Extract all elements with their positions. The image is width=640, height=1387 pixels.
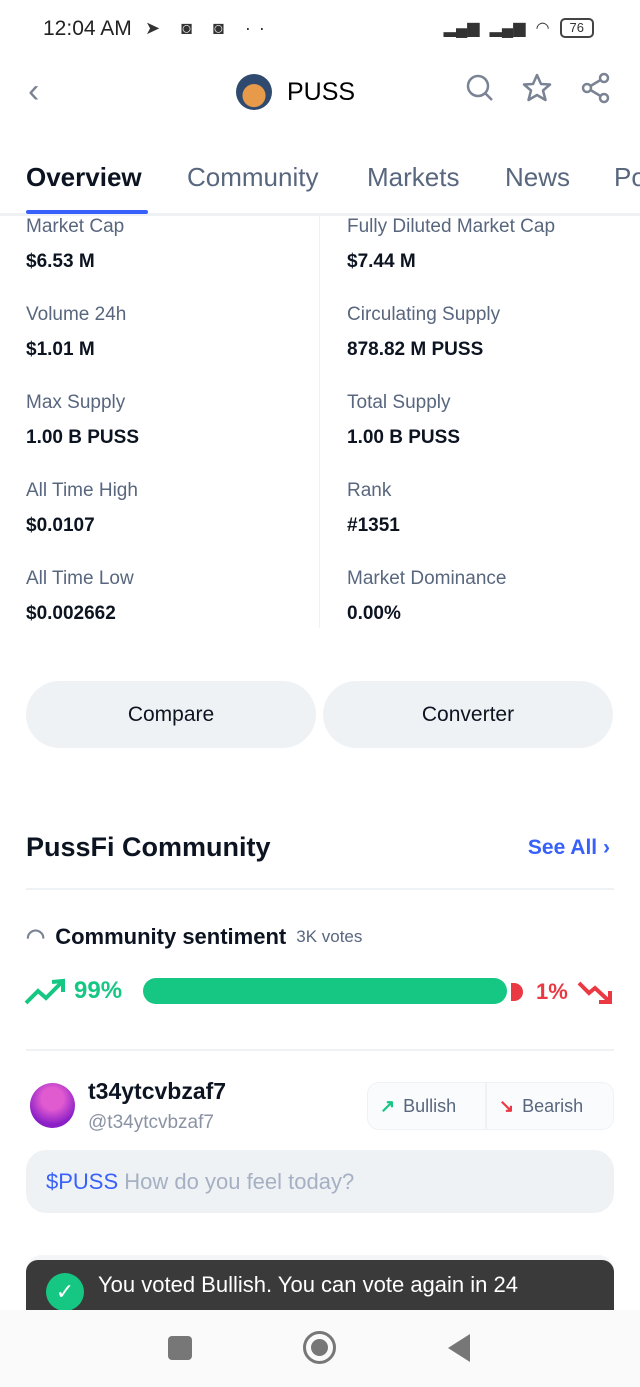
stat-label: Market Cap: [26, 216, 125, 237]
stat-value: 878.82 M PUSS: [347, 339, 484, 360]
trend-down-icon: [577, 981, 612, 1004]
system-icons: ▂▄▆ ▂▄▆ ◠ 76: [444, 18, 594, 38]
bearish-percent: 1%: [536, 979, 568, 1004]
column-divider: [319, 216, 320, 628]
user-handle: @t34ytcvbzaf7: [88, 1112, 214, 1133]
tab-more[interactable]: Po: [614, 162, 640, 193]
stat-label: Total Supply: [347, 392, 451, 413]
toast-message: You voted Bullish. You can vote again in…: [98, 1272, 518, 1297]
sentiment-label: Community sentiment: [55, 924, 287, 949]
back-icon[interactable]: ‹: [28, 72, 39, 111]
status-bar: 12:04 AM ➤ ◙ ◙ ·· ▂▄▆ ▂▄▆ ◠ 76: [0, 0, 640, 60]
tab-news[interactable]: News: [505, 162, 570, 193]
recents-icon[interactable]: [168, 1336, 192, 1360]
wifi-icon: ◠: [535, 20, 550, 37]
divider: [26, 1049, 614, 1051]
stat-value: $1.01 M: [26, 339, 95, 360]
tab-markets[interactable]: Markets: [367, 162, 459, 193]
username: t34ytcvbzaf7: [88, 1078, 227, 1104]
votes-count: 3K votes: [296, 927, 363, 946]
stat-label: Circulating Supply: [347, 304, 501, 325]
stat-label: Market Dominance: [347, 568, 507, 589]
gauge-icon: ◠: [26, 924, 46, 949]
status-time: 12:04 AM: [43, 17, 132, 40]
home-icon[interactable]: [303, 1331, 336, 1364]
bearish-bar: [511, 983, 523, 1001]
divider: [26, 888, 614, 890]
tab-community[interactable]: Community: [187, 162, 318, 193]
community-title: PussFi Community: [26, 832, 271, 862]
post-placeholder: How do you feel today?: [124, 1169, 355, 1194]
coin-logo: [236, 74, 272, 110]
post-input[interactable]: $PUSS How do you feel today?: [26, 1150, 614, 1213]
chevron-right-icon: ›: [603, 836, 610, 859]
signal-icon: ▂▄▆: [489, 20, 526, 37]
active-tab-indicator: [26, 210, 148, 214]
bearish-label: Bearish: [522, 1095, 584, 1116]
stat-value: #1351: [347, 515, 400, 536]
stat-label: Volume 24h: [26, 304, 127, 325]
compare-button[interactable]: Compare: [26, 681, 316, 748]
bullish-bar: [143, 978, 508, 1004]
bearish-button[interactable]: ↘ Bearish: [486, 1082, 614, 1130]
back-nav-icon[interactable]: [448, 1334, 470, 1362]
star-icon[interactable]: [521, 72, 553, 104]
stat-value: 1.00 B PUSS: [26, 427, 139, 448]
bullish-label: Bullish: [403, 1095, 457, 1116]
bullish-percent: 99%: [74, 977, 123, 1004]
notification-icons: ➤ ◙ ◙ ··: [145, 18, 273, 38]
signal-icon: ▂▄▆: [443, 20, 480, 37]
page-title: PUSS: [287, 78, 356, 106]
tab-bar: Overview Community Markets News Po: [0, 150, 640, 216]
see-all-link[interactable]: See All ›: [528, 836, 610, 860]
stat-label: Rank: [347, 480, 392, 501]
see-all-label: See All: [527, 836, 598, 859]
stat-value: $0.002662: [26, 603, 116, 624]
tab-overview[interactable]: Overview: [26, 162, 142, 193]
search-icon[interactable]: [464, 72, 496, 104]
trend-up-icon: [24, 978, 65, 1005]
ticker-tag: $PUSS: [46, 1169, 119, 1194]
stat-label: Fully Diluted Market Cap: [347, 216, 556, 237]
battery-icon: 76: [559, 18, 594, 38]
system-nav-bar: [0, 1310, 640, 1387]
stat-value: $7.44 M: [347, 251, 416, 272]
stat-value: 1.00 B PUSS: [347, 427, 460, 448]
share-icon[interactable]: [580, 72, 612, 104]
stat-label: All Time Low: [26, 568, 134, 589]
avatar[interactable]: [30, 1083, 75, 1128]
bullish-button[interactable]: ↗ Bullish: [367, 1082, 486, 1130]
header: ‹ PUSS: [0, 60, 640, 125]
stat-label: All Time High: [26, 480, 138, 501]
stat-value: $6.53 M: [26, 251, 95, 272]
trend-up-icon: ↗: [380, 1095, 396, 1116]
sentiment-header: ◠ Community sentiment 3K votes: [26, 924, 362, 950]
stat-value: $0.0107: [26, 515, 95, 536]
stat-value: 0.00%: [347, 603, 401, 624]
trend-down-icon: ↘: [499, 1095, 515, 1116]
converter-button[interactable]: Converter: [323, 681, 613, 748]
stat-label: Max Supply: [26, 392, 126, 413]
check-icon: ✓: [46, 1273, 84, 1310]
toast: ✓ You voted Bullish. You can vote again …: [26, 1260, 614, 1310]
